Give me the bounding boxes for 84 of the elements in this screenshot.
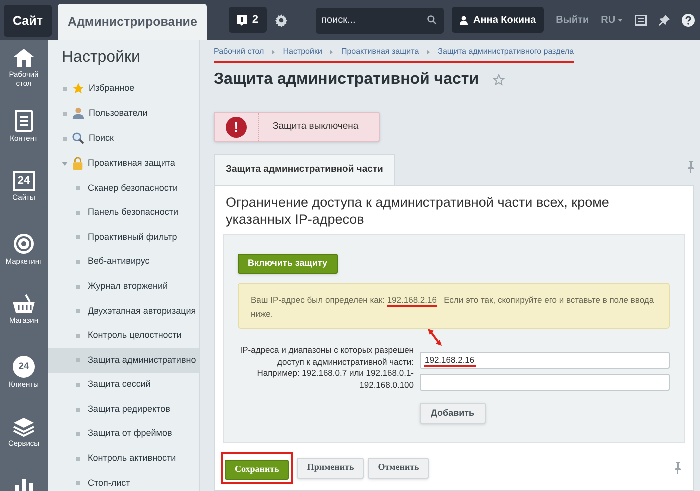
person-icon: [460, 16, 468, 24]
menu-item[interactable]: Контроль целостности: [48, 324, 199, 348]
top-tab[interactable]: Администрирование: [58, 4, 208, 40]
caret-icon: [618, 18, 623, 22]
help-icon[interactable]: [682, 14, 695, 26]
chevron-icon: [330, 50, 334, 54]
menu-item[interactable]: Защита административно: [48, 348, 199, 373]
menu-item[interactable]: Проактивный фильтр: [48, 225, 199, 250]
menu-item[interactable]: Сканер безопасности: [48, 176, 199, 201]
padlock-icon: [72, 157, 84, 170]
menu-item[interactable]: Двухэтапная авторизация: [48, 298, 199, 324]
section-title: Ограничение доступа к административной части всех, кроме указанных IP-адресов: [225, 194, 610, 228]
bullet-icon: [76, 334, 80, 338]
menu-item[interactable]: Проактивная защита: [48, 151, 199, 176]
notifications-button[interactable]: 2: [229, 7, 267, 33]
section-tab[interactable]: Защита административной части: [214, 154, 396, 185]
chevron-icon: [427, 50, 430, 54]
menu-item[interactable]: Панель безопасности: [48, 200, 199, 226]
menu-item[interactable]: Контроль активности: [48, 446, 199, 472]
user-icon: [72, 107, 85, 120]
magnifier-icon: [72, 132, 85, 145]
ip-input-field[interactable]: 192.168.2.16: [420, 352, 670, 368]
breadcrumb-link[interactable]: Рабочий стол: [214, 46, 264, 58]
bullet-icon: [76, 408, 80, 412]
menu-item[interactable]: Журнал вторжений: [48, 274, 199, 299]
breadcrumb-link[interactable]: Настройки: [283, 46, 322, 58]
menu-item[interactable]: Веб-антивирус: [48, 250, 199, 274]
bullet-icon: [76, 284, 80, 289]
bullet-icon: [76, 186, 80, 190]
user-button[interactable]: Анна Кокина: [452, 7, 544, 33]
menu-item[interactable]: Стоп-лист: [48, 471, 199, 491]
window-icon[interactable]: [634, 14, 647, 26]
calendar-icon: 24: [13, 171, 35, 191]
action-button[interactable]: Применить: [297, 458, 364, 478]
bar-chart-icon: [13, 478, 35, 491]
bullet-icon: [76, 235, 80, 240]
underline-mark: [424, 365, 476, 367]
bullet-icon: [63, 136, 67, 140]
breadcrumb-link[interactable]: Защита административного раздела: [438, 46, 574, 58]
action-button[interactable]: Отменить: [368, 458, 430, 478]
field-hint: Например: 192.168.0.7 или 192.168.0.1-192.168.0.100: [256, 368, 414, 391]
menu-item[interactable]: Защита сессий: [48, 372, 199, 398]
basket-icon: [12, 294, 36, 314]
logout-link[interactable]: Выйти: [556, 12, 590, 28]
arrow-drawing: [428, 329, 442, 346]
search-field[interactable]: поиск...: [316, 8, 444, 34]
menu-item[interactable]: Защита редиректов: [48, 397, 199, 422]
menu-item[interactable]: Избранное: [48, 76, 199, 101]
chevron-icon: [272, 50, 276, 54]
pin-icon[interactable]: [658, 14, 670, 26]
menu-item[interactable]: Поиск: [48, 126, 199, 151]
field-label: IP-адреса и диапазоны с которых разрешен доступ к административной части:: [239, 345, 414, 368]
menu-title: Настройки: [61, 48, 142, 68]
menu-item[interactable]: Защита от фреймов: [48, 422, 199, 447]
breadcrumb-link[interactable]: Проактивная защита: [341, 46, 420, 58]
bullet-icon: [63, 112, 67, 116]
favorite-star-icon[interactable]: [493, 74, 506, 86]
top-tab[interactable]: Сайт: [4, 5, 52, 37]
bullet-icon: [76, 260, 80, 264]
badge-icon: 24: [13, 356, 35, 378]
exclamation-icon: !: [226, 116, 247, 138]
alert-text: Защита выключена: [272, 120, 359, 134]
page-title: Защита административной части: [214, 70, 480, 90]
bullet-icon: [63, 86, 67, 90]
ip-input-field[interactable]: [420, 374, 670, 391]
target-icon: [13, 232, 35, 254]
bullet-icon: [76, 432, 80, 436]
menu-item[interactable]: Пользователи: [48, 101, 199, 126]
house-icon: [13, 48, 35, 68]
star-icon: [72, 82, 85, 95]
ip-notice: Ваш IP-адрес был определен как: 192.168.2.16 Если это так, скопируйте его и вставьте в поле ввода ниже.: [238, 283, 670, 329]
bullet-icon: [76, 456, 80, 461]
bullet-icon: [76, 358, 80, 362]
bullet-icon: [76, 309, 80, 314]
settings-icon[interactable]: [274, 14, 288, 26]
language-button[interactable]: RU: [601, 12, 623, 28]
notice-icon: [237, 14, 248, 26]
bullet-icon: [76, 481, 80, 486]
search-icon: [426, 15, 437, 25]
add-button[interactable]: Добавить: [420, 403, 486, 424]
layers-icon: [13, 417, 35, 437]
document-icon: [15, 110, 33, 132]
bullet-icon: [76, 210, 80, 215]
bullet-icon: [76, 383, 80, 388]
